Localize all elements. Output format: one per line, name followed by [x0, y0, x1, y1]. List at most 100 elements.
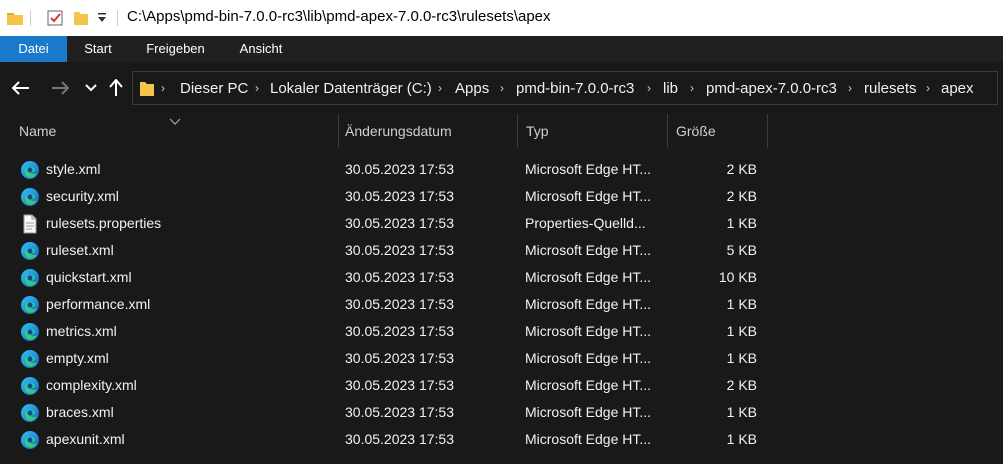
breadcrumb-lokaler-datentraeger[interactable]: Lokaler Datenträger (C:): [270, 80, 432, 97]
tab-datei[interactable]: Datei: [0, 36, 67, 62]
column-header-size[interactable]: Größe: [676, 114, 761, 148]
file-row[interactable]: apexunit.xml 30.05.2023 17:53 Microsoft …: [0, 426, 1003, 453]
breadcrumb-apex[interactable]: apex: [941, 80, 974, 97]
breadcrumb-rulesets[interactable]: rulesets: [864, 80, 917, 97]
column-divider[interactable]: [767, 114, 768, 148]
edge-icon: [20, 403, 40, 423]
breadcrumb-dieser-pc[interactable]: Dieser PC: [180, 80, 248, 97]
file-row[interactable]: security.xml 30.05.2023 17:53 Microsoft …: [0, 183, 1003, 210]
file-type: Microsoft Edge HT...: [525, 404, 652, 420]
column-header-type[interactable]: Typ: [526, 114, 661, 148]
ribbon-tabs: Datei Start Freigeben Ansicht: [0, 36, 1003, 62]
arrow-right-icon: [52, 81, 69, 95]
tab-ansicht[interactable]: Ansicht: [222, 36, 300, 62]
file-row[interactable]: quickstart.xml 30.05.2023 17:53 Microsof…: [0, 264, 1003, 291]
customize-toolbar-icon[interactable]: [97, 11, 107, 27]
column-divider[interactable]: [667, 114, 668, 148]
file-name: metrics.xml: [46, 323, 117, 339]
file-size: 1 KB: [726, 296, 757, 312]
column-header-date[interactable]: Änderungsdatum: [345, 114, 510, 148]
folder-icon: [139, 79, 155, 100]
file-size: 1 KB: [726, 431, 757, 447]
file-row[interactable]: empty.xml 30.05.2023 17:53 Microsoft Edg…: [0, 345, 1003, 372]
chevron-right-icon[interactable]: ›: [161, 81, 165, 95]
tab-freigeben[interactable]: Freigeben: [129, 36, 222, 62]
file-type: Properties-Quelld...: [525, 215, 646, 231]
file-name: braces.xml: [46, 404, 114, 420]
file-type: Microsoft Edge HT...: [525, 350, 652, 366]
arrow-up-icon: [109, 79, 123, 96]
file-date: 30.05.2023 17:53: [345, 404, 454, 420]
file-row[interactable]: style.xml 30.05.2023 17:53 Microsoft Edg…: [0, 156, 1003, 183]
file-date: 30.05.2023 17:53: [345, 242, 454, 258]
chevron-right-icon[interactable]: ›: [690, 81, 694, 95]
file-name: security.xml: [46, 188, 119, 204]
file-size: 2 KB: [726, 377, 757, 393]
column-divider[interactable]: [517, 114, 518, 148]
file-date: 30.05.2023 17:53: [345, 269, 454, 285]
chevron-right-icon[interactable]: ›: [255, 81, 259, 95]
file-date: 30.05.2023 17:53: [345, 377, 454, 393]
file-date: 30.05.2023 17:53: [345, 215, 454, 231]
document-icon: [20, 214, 40, 234]
breadcrumb-pmd-apex[interactable]: pmd-apex-7.0.0-rc3: [706, 80, 837, 97]
file-name: rulesets.properties: [46, 215, 162, 231]
file-type: Microsoft Edge HT...: [525, 323, 652, 339]
file-type: Microsoft Edge HT...: [525, 161, 652, 177]
file-size: 1 KB: [726, 215, 757, 231]
column-divider[interactable]: [338, 114, 339, 148]
chevron-right-icon[interactable]: ›: [500, 81, 504, 95]
recent-locations-button[interactable]: [80, 76, 102, 100]
arrow-left-icon: [12, 81, 29, 95]
edge-icon: [20, 187, 40, 207]
title-bar: C:\Apps\pmd-bin-7.0.0-rc3\lib\pmd-apex-7…: [0, 0, 1003, 36]
tab-start[interactable]: Start: [67, 36, 129, 62]
file-row[interactable]: metrics.xml 30.05.2023 17:53 Microsoft E…: [0, 318, 1003, 345]
file-date: 30.05.2023 17:53: [345, 188, 454, 204]
chevron-right-icon[interactable]: ›: [848, 81, 852, 95]
chevron-right-icon[interactable]: ›: [926, 81, 930, 95]
address-bar[interactable]: › Dieser PC › Lokaler Datenträger (C:) ›…: [132, 71, 998, 105]
forward-button[interactable]: [49, 76, 71, 100]
file-name: apexunit.xml: [46, 431, 125, 447]
file-size: 1 KB: [726, 323, 757, 339]
edge-icon: [20, 241, 40, 261]
file-row[interactable]: performance.xml 30.05.2023 17:53 Microso…: [0, 291, 1003, 318]
chevron-right-icon[interactable]: ›: [438, 81, 442, 95]
column-header-name[interactable]: Name: [19, 114, 329, 148]
toolbar-divider: [30, 10, 31, 26]
file-size: 2 KB: [726, 161, 757, 177]
file-name: style.xml: [46, 161, 101, 177]
up-button[interactable]: [105, 76, 127, 100]
edge-icon: [20, 268, 40, 288]
file-name: quickstart.xml: [46, 269, 132, 285]
file-size: 1 KB: [726, 350, 757, 366]
file-date: 30.05.2023 17:53: [345, 296, 454, 312]
properties-icon[interactable]: [46, 9, 64, 30]
breadcrumb-pmd-bin[interactable]: pmd-bin-7.0.0-rc3: [516, 80, 634, 97]
file-name: complexity.xml: [46, 377, 137, 393]
file-row[interactable]: rulesets.properties 30.05.2023 17:53 Pro…: [0, 210, 1003, 237]
breadcrumb-lib[interactable]: lib: [663, 80, 678, 97]
back-button[interactable]: [10, 76, 32, 100]
file-size: 10 KB: [718, 269, 757, 285]
file-row[interactable]: braces.xml 30.05.2023 17:53 Microsoft Ed…: [0, 399, 1003, 426]
file-type: Microsoft Edge HT...: [525, 188, 652, 204]
edge-icon: [20, 322, 40, 342]
file-date: 30.05.2023 17:53: [345, 431, 454, 447]
edge-icon: [20, 349, 40, 369]
breadcrumb-apps[interactable]: Apps: [455, 80, 489, 97]
edge-icon: [20, 160, 40, 180]
new-folder-icon[interactable]: [72, 9, 90, 30]
edge-icon: [20, 376, 40, 396]
file-row[interactable]: complexity.xml 30.05.2023 17:53 Microsof…: [0, 372, 1003, 399]
file-type: Microsoft Edge HT...: [525, 269, 652, 285]
chevron-right-icon[interactable]: ›: [647, 81, 651, 95]
chevron-down-icon: [85, 84, 97, 92]
file-name: performance.xml: [46, 296, 151, 312]
file-row[interactable]: ruleset.xml 30.05.2023 17:53 Microsoft E…: [0, 237, 1003, 264]
file-size: 1 KB: [726, 404, 757, 420]
file-type: Microsoft Edge HT...: [525, 431, 652, 447]
file-type: Microsoft Edge HT...: [525, 242, 652, 258]
folder-icon[interactable]: [6, 9, 24, 30]
